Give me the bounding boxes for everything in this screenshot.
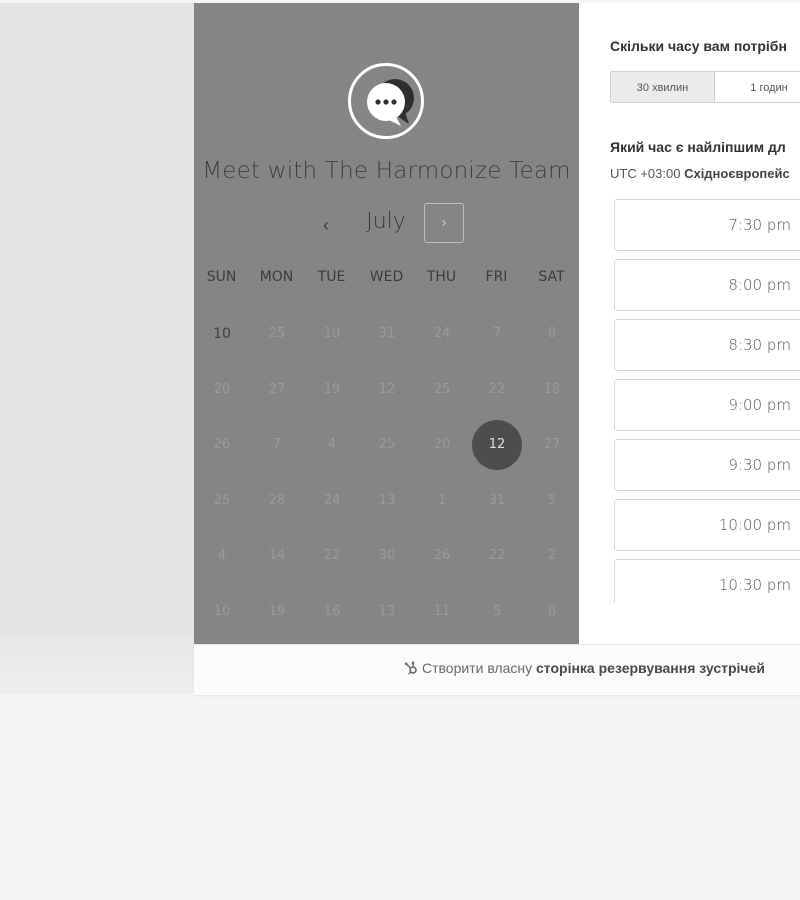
- weekday-label: SAT: [538, 269, 565, 285]
- calendar-day[interactable]: 28: [252, 476, 302, 526]
- time-slot-button[interactable]: 7:30 pm: [614, 199, 800, 251]
- calendar-day[interactable]: 13: [362, 476, 412, 526]
- calendar-day[interactable]: 22: [472, 531, 522, 581]
- calendar-day[interactable]: 25: [197, 476, 247, 526]
- month-label: July: [366, 209, 406, 234]
- day-grid: 10 25 10 31 24 7 8 20 27 19 12 25 22 18 26 7 4 25 20 12 27 25…: [194, 303, 579, 643]
- time-slot-button[interactable]: 9:00 pm: [614, 379, 800, 431]
- footer-link-text: сторінка резервування зустрічей: [536, 660, 765, 676]
- calendar-day[interactable]: 27: [527, 420, 577, 470]
- calendar-day[interactable]: 19: [252, 587, 302, 637]
- left-backdrop-shadow: [0, 636, 194, 694]
- time-slot-label: 9:30 pm: [728, 456, 791, 474]
- next-month-button[interactable]: ›: [424, 203, 464, 243]
- calendar-day[interactable]: 25: [362, 420, 412, 470]
- timezone-name: Східноєвропейс: [684, 166, 790, 181]
- month-navigation: ‹ July ›: [194, 203, 579, 247]
- calendar-day[interactable]: 8: [527, 309, 577, 359]
- footer-bar: Створити власну сторінка резервування зу…: [194, 644, 800, 695]
- calendar-day[interactable]: 11: [417, 587, 467, 637]
- left-backdrop: [0, 3, 194, 636]
- time-slot-label: 10:30 pm: [718, 576, 791, 594]
- calendar-day[interactable]: 27: [252, 365, 302, 415]
- calendar-day[interactable]: 26: [197, 420, 247, 470]
- weekday-label: WED: [369, 269, 404, 285]
- weekday-header: SUN MON TUE WED THU FRI SAT: [194, 269, 579, 289]
- time-slot-button[interactable]: 8:30 pm: [614, 319, 800, 371]
- time-slot-label: 8:30 pm: [728, 336, 791, 354]
- team-avatar: [348, 63, 424, 139]
- calendar-day[interactable]: 22: [307, 531, 357, 581]
- previous-month-button[interactable]: ‹: [312, 211, 340, 239]
- calendar-day[interactable]: 31: [362, 309, 412, 359]
- timezone-offset: UTC +03:00: [610, 166, 681, 181]
- time-slot-button[interactable]: 10:30 pm: [614, 559, 800, 603]
- time-slot-button[interactable]: 9:30 pm: [614, 439, 800, 491]
- calendar-day[interactable]: 22: [472, 365, 522, 415]
- calendar-day[interactable]: 18: [527, 365, 577, 415]
- calendar-day[interactable]: 10: [197, 309, 247, 359]
- weekday-label: FRI: [485, 269, 508, 285]
- meeting-title: Meet with The Harmonize Team: [202, 158, 571, 184]
- create-own-page-link[interactable]: Створити власну сторінка резервування зу…: [404, 660, 765, 676]
- calendar-day[interactable]: 26: [417, 531, 467, 581]
- calendar-day[interactable]: 10: [307, 309, 357, 359]
- calendar-day[interactable]: 10: [197, 587, 247, 637]
- duration-option-1hour[interactable]: 1 годин: [714, 71, 800, 103]
- calendar-day[interactable]: 5: [472, 587, 522, 637]
- calendar-day[interactable]: 24: [417, 309, 467, 359]
- calendar-day[interactable]: 19: [307, 365, 357, 415]
- footer-prefix: Створити власну: [422, 660, 533, 676]
- calendar-day[interactable]: 25: [417, 365, 467, 415]
- calendar-day[interactable]: 20: [417, 420, 467, 470]
- calendar-day[interactable]: 4: [307, 420, 357, 470]
- calendar-day[interactable]: 2: [527, 531, 577, 581]
- booking-panel: Скільки часу вам потрібн 30 хвилин 1 год…: [579, 3, 800, 644]
- weekday-label: SUN: [206, 269, 237, 285]
- calendar-day[interactable]: 8: [527, 587, 577, 637]
- calendar-day[interactable]: 1: [417, 476, 467, 526]
- weekday-label: THU: [426, 269, 457, 285]
- hubspot-sprocket-icon: [404, 661, 417, 675]
- chat-bubble-icon: [367, 79, 414, 126]
- timezone-selector[interactable]: UTC +03:00 Східноєвропейс: [610, 166, 790, 181]
- duration-question: Скільки часу вам потрібн: [610, 38, 787, 54]
- time-slot-label: 8:00 pm: [728, 276, 791, 294]
- weekday-label: MON: [259, 269, 294, 285]
- time-slot-list[interactable]: 7:30 pm 8:00 pm 8:30 pm 9:00 pm 9:30 pm …: [614, 199, 800, 603]
- calendar-day[interactable]: 4: [197, 531, 247, 581]
- meetings-widget: Meet with The Harmonize Team ‹ July › SU…: [194, 3, 800, 644]
- calendar-day[interactable]: 31: [472, 476, 522, 526]
- time-question: Який час є найліпшим дл: [610, 139, 786, 155]
- calendar-day[interactable]: 25: [252, 309, 302, 359]
- calendar-day[interactable]: 5: [527, 476, 577, 526]
- duration-selector: 30 хвилин 1 годин: [610, 71, 800, 103]
- calendar-day[interactable]: 20: [197, 365, 247, 415]
- calendar-day[interactable]: 14: [252, 531, 302, 581]
- time-slot-label: 9:00 pm: [728, 396, 791, 414]
- calendar-day[interactable]: 30: [362, 531, 412, 581]
- calendar-panel: Meet with The Harmonize Team ‹ July › SU…: [194, 3, 579, 644]
- calendar-day[interactable]: 16: [307, 587, 357, 637]
- time-slot-button[interactable]: 8:00 pm: [614, 259, 800, 311]
- weekday-label: TUE: [317, 269, 346, 285]
- calendar-day[interactable]: 24: [307, 476, 357, 526]
- time-slot-label: 7:30 pm: [728, 216, 791, 234]
- calendar-day[interactable]: 13: [362, 587, 412, 637]
- time-slot-label: 10:00 pm: [718, 516, 791, 534]
- calendar-day[interactable]: 12: [362, 365, 412, 415]
- time-slot-button[interactable]: 10:00 pm: [614, 499, 800, 551]
- calendar-day-selected[interactable]: 12: [472, 420, 522, 470]
- calendar-day[interactable]: 7: [252, 420, 302, 470]
- calendar-day[interactable]: 7: [472, 309, 522, 359]
- duration-option-30min[interactable]: 30 хвилин: [610, 71, 715, 103]
